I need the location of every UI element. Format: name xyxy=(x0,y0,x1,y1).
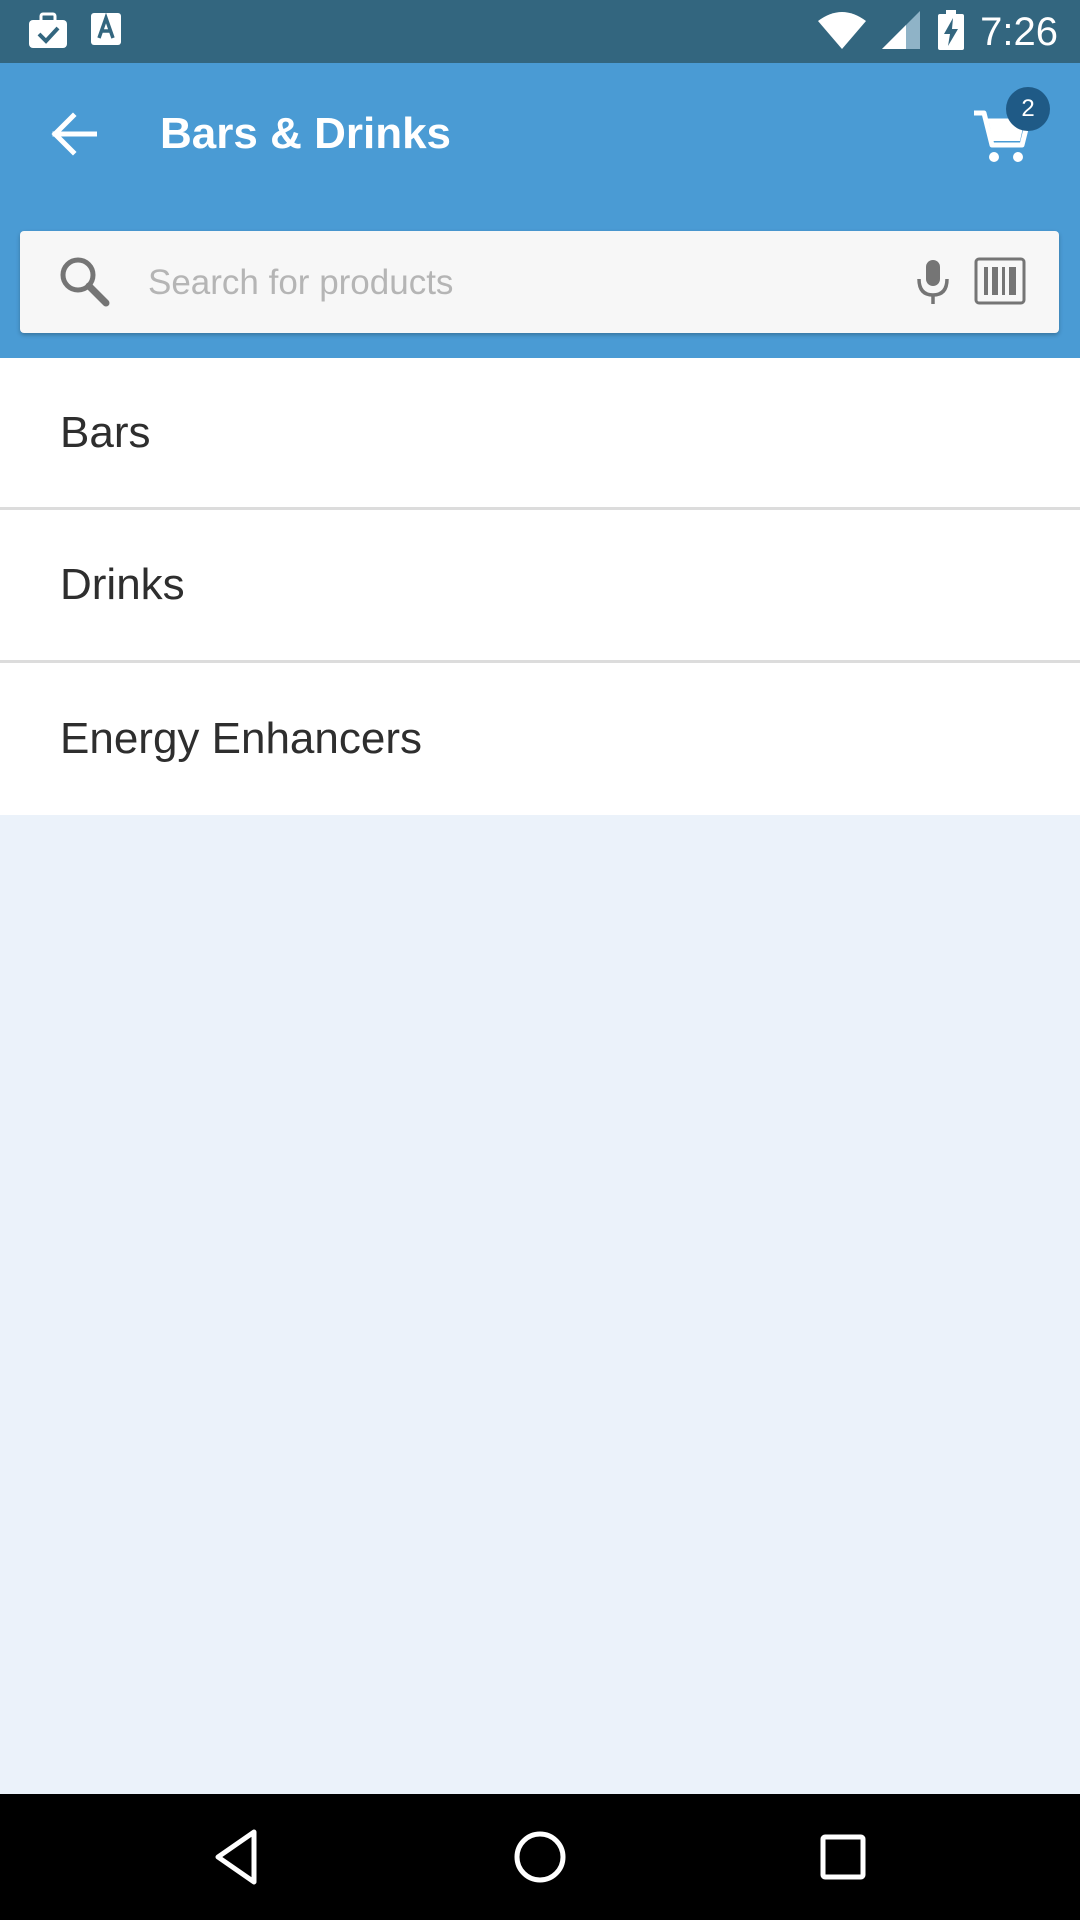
back-triangle-icon xyxy=(204,1829,270,1894)
cart-count-badge: 2 xyxy=(1006,87,1050,131)
nav-home-button[interactable] xyxy=(507,1824,573,1890)
arrow-back-icon xyxy=(49,111,98,161)
category-item-bars[interactable]: Bars xyxy=(0,358,1080,510)
wifi-icon xyxy=(818,11,867,54)
recents-square-icon xyxy=(810,1834,876,1894)
nav-recents-button[interactable] xyxy=(810,1824,876,1890)
briefcase-check-icon xyxy=(28,12,68,55)
search-bar xyxy=(20,231,1059,333)
font-a-icon xyxy=(90,12,122,55)
search-icon xyxy=(58,255,112,309)
mic-icon xyxy=(908,260,958,311)
system-icons: 7:26 xyxy=(818,8,1058,56)
signal-icon xyxy=(882,10,922,54)
page-title: Bars & Drinks xyxy=(160,109,452,158)
category-item-energy-enhancers[interactable]: Energy Enhancers xyxy=(0,663,1080,815)
search-input[interactable] xyxy=(146,249,890,317)
category-list: Bars Drinks Energy Enhancers xyxy=(0,358,1080,815)
nav-back-button[interactable] xyxy=(204,1824,270,1890)
barcode-scan-button[interactable] xyxy=(974,255,1026,307)
system-nav-bar xyxy=(0,1794,1080,1920)
category-item-drinks[interactable]: Drinks xyxy=(0,510,1080,663)
cart-button[interactable]: 2 xyxy=(966,87,1050,169)
barcode-icon xyxy=(974,257,1026,311)
mic-button[interactable] xyxy=(908,257,958,307)
status-time: 7:26 xyxy=(980,10,1058,54)
app-bar: Bars & Drinks 2 xyxy=(0,63,1080,358)
battery-charging-icon xyxy=(938,9,965,55)
status-bar: 7:26 xyxy=(0,0,1080,63)
back-button[interactable] xyxy=(40,103,106,169)
home-circle-icon xyxy=(507,1831,573,1894)
notification-icons xyxy=(28,12,122,55)
